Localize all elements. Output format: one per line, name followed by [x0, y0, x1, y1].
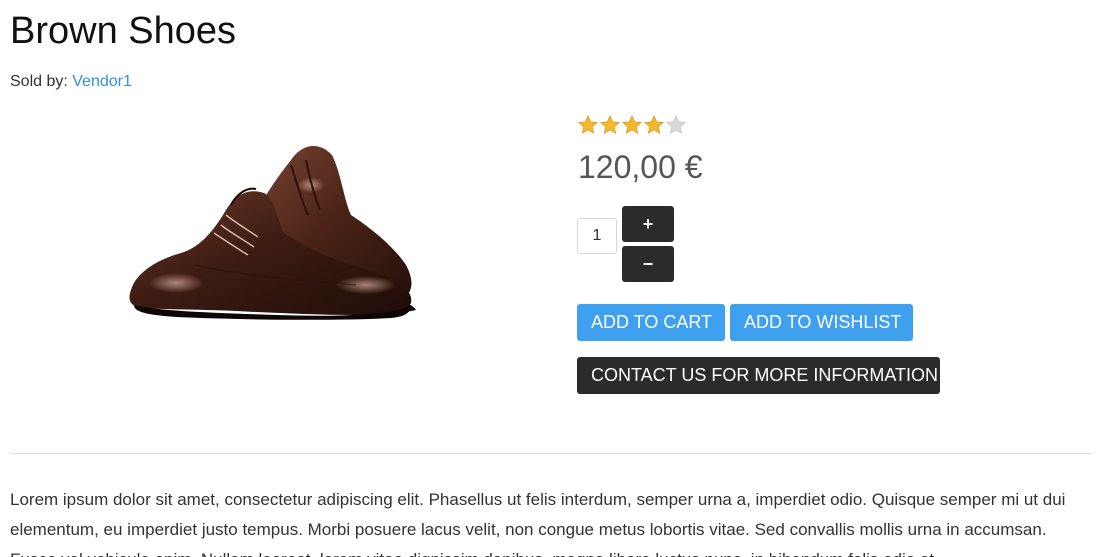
star-filled-icon [577, 114, 599, 135]
product-price: 120,00 € [578, 149, 703, 185]
contact-button[interactable]: CONTACT US FOR MORE INFORMATION [577, 357, 940, 394]
star-filled-icon [643, 114, 665, 135]
seller-line: Sold by: Vendor1 [10, 72, 132, 92]
product-image[interactable] [96, 115, 426, 363]
star-filled-icon [621, 114, 643, 135]
product-rating [577, 114, 687, 136]
quantity-input[interactable] [577, 218, 617, 254]
product-title: Brown Shoes [10, 10, 237, 52]
product-page: Brown Shoes Sold by: Vendor1 120,00 € 1 … [0, 0, 1102, 557]
quantity-decrease-button[interactable]: − [622, 246, 674, 282]
quantity-increase-button[interactable]: + [622, 206, 674, 242]
seller-link[interactable]: Vendor1 [72, 73, 132, 90]
star-empty-icon [665, 114, 687, 135]
seller-label: Sold by: [10, 73, 73, 90]
product-description: Lorem ipsum dolor sit amet, consectetur … [10, 490, 1066, 557]
add-to-cart-button[interactable]: ADD TO CART [577, 304, 725, 341]
brown-shoes-photo-icon [129, 145, 416, 320]
section-divider [10, 453, 1092, 454]
add-to-wishlist-button[interactable]: ADD TO WISHLIST [730, 304, 913, 341]
star-filled-icon [599, 114, 621, 135]
